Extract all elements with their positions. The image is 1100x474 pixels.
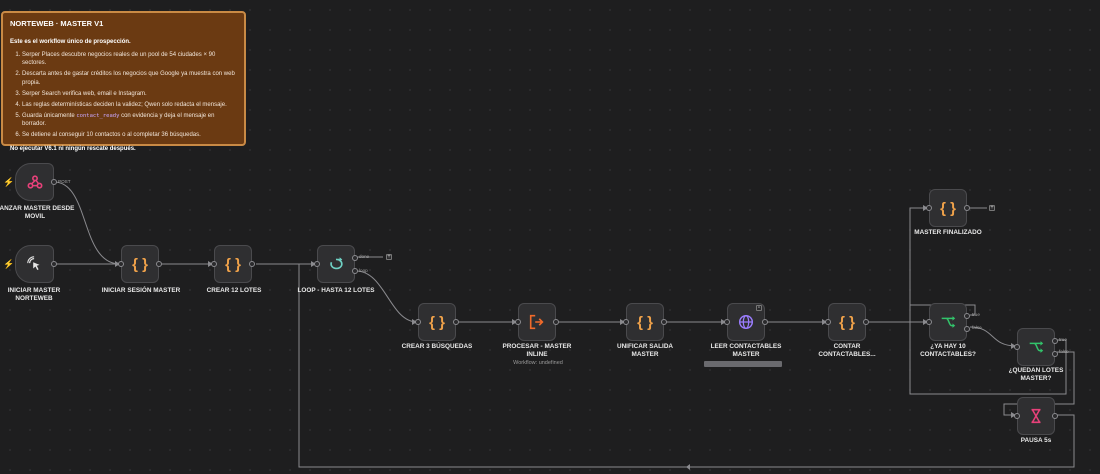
trigger-bolt-icon: ⚡: [3, 177, 15, 187]
port-label-done: done: [359, 254, 370, 259]
node-label: LEER CONTACTABLES MASTER: [710, 343, 782, 359]
input-port[interactable]: [515, 319, 521, 325]
sticky-note[interactable]: NORTEWEB · MASTER V1 Este es el workflow…: [1, 11, 246, 152]
edge-loop-searches: [355, 270, 418, 323]
node-has-ten[interactable]: [926, 303, 970, 341]
code-braces-icon: { }: [637, 313, 653, 331]
add-node-button[interactable]: +: [386, 254, 392, 260]
node-count-contacts[interactable]: { }: [825, 303, 869, 341]
sticky-step: Descarta antes de gastar créditos los ne…: [22, 70, 237, 86]
node-badge-icon: ▫: [756, 305, 762, 311]
sticky-title: NORTEWEB · MASTER V1: [10, 19, 104, 28]
output-port[interactable]: [249, 261, 255, 267]
code-braces-icon: { }: [429, 313, 445, 331]
sticky-steps: Serper Places descubre negocios reales d…: [10, 51, 237, 139]
node-subtitle: Workflow: undefined: [513, 360, 563, 366]
node-webhook[interactable]: [15, 163, 57, 201]
node-label: CREAR 12 LOTES: [206, 287, 262, 294]
input-port[interactable]: [926, 205, 932, 211]
code-braces-icon: { }: [940, 199, 956, 217]
port-label-loop: loop: [359, 268, 368, 273]
output-port[interactable]: [1052, 413, 1058, 419]
node-process-master[interactable]: [515, 303, 559, 341]
node-label: MASTER FINALIZADO: [914, 229, 982, 236]
port-label-false: false: [972, 325, 982, 330]
output-port[interactable]: [863, 319, 869, 325]
input-port[interactable]: [926, 319, 932, 325]
code-braces-icon: { }: [839, 313, 855, 331]
node-label: CONTAR CONTACTABLES...: [818, 343, 876, 359]
output-port-loop[interactable]: [352, 268, 358, 274]
branch-icon: [1029, 341, 1044, 353]
node-create-searches[interactable]: { }: [415, 303, 459, 341]
node-label: INICIAR SESIÓN MASTER: [101, 287, 181, 294]
node-label: ¿QUEDAN LOTES MASTER?: [1008, 367, 1064, 383]
execute-workflow-icon: [529, 314, 544, 330]
node-label: LANZAR MASTER DESDE MOVIL: [0, 205, 75, 221]
output-port-false[interactable]: [1052, 351, 1058, 357]
port-label-post: POST: [58, 179, 71, 184]
code-braces-icon: { }: [132, 255, 148, 273]
sticky-step: Serper Search verifica web, email e Inst…: [22, 90, 237, 98]
output-port-true[interactable]: [1052, 338, 1058, 344]
port-label-true: true: [1059, 337, 1067, 342]
output-port-done[interactable]: [352, 255, 358, 261]
node-label: CREAR 3 BÚSQUEDAS: [401, 343, 473, 350]
output-port-false[interactable]: [964, 326, 970, 332]
output-port[interactable]: [51, 261, 57, 267]
code-braces-icon: { }: [225, 255, 241, 273]
edge-webhook-init: [53, 181, 121, 265]
node-init-session[interactable]: { }: [118, 245, 162, 283]
hourglass-icon: [1031, 408, 1041, 424]
input-port[interactable]: [415, 319, 421, 325]
add-node-button[interactable]: +: [989, 205, 995, 211]
node-lots-left[interactable]: [1014, 328, 1058, 366]
sticky-step: Las reglas determinísticas deciden la va…: [22, 101, 237, 109]
sticky-step: Se detiene al conseguir 10 contactos o a…: [22, 131, 237, 139]
sticky-footer: No ejecutar V6.1 ni ningún rescate despu…: [10, 146, 136, 153]
node-unify-output[interactable]: { }: [623, 303, 667, 341]
node-label: INICIAR MASTER NORTEWEB: [7, 287, 61, 303]
output-port[interactable]: [156, 261, 162, 267]
trigger-bolt-icon: ⚡: [3, 259, 15, 269]
port-label-true: true: [972, 312, 980, 317]
node-label: PAUSA 5s: [1020, 437, 1052, 444]
sticky-intro: Este es el workflow único de prospección…: [10, 39, 131, 46]
cursor-click-icon: [26, 256, 39, 271]
sticky-step: Guarda únicamente contact_ready con evid…: [22, 112, 237, 129]
node-create-lots[interactable]: { }: [211, 245, 255, 283]
execution-progress-bar: [704, 361, 782, 367]
node-label: UNIFICAR SALIDA MASTER: [616, 343, 674, 359]
input-port[interactable]: [623, 319, 629, 325]
output-port-true[interactable]: [964, 313, 970, 319]
loop-icon: [330, 257, 343, 270]
input-port[interactable]: [211, 261, 217, 267]
node-label: LOOP - HASTA 12 LOTES: [297, 287, 375, 294]
output-port[interactable]: [553, 319, 559, 325]
node-pause[interactable]: [1014, 397, 1058, 435]
output-port[interactable]: [51, 179, 57, 185]
webhook-icon: [27, 175, 42, 189]
input-port[interactable]: [1014, 344, 1020, 350]
inline-code: contact_ready: [76, 112, 120, 119]
sticky-step: Serper Places descubre negocios reales d…: [22, 51, 237, 67]
node-label: ¿YA HAY 10 CONTACTABLES?: [920, 343, 976, 359]
output-port[interactable]: [661, 319, 667, 325]
node-master-finished[interactable]: { }: [926, 189, 970, 227]
input-port[interactable]: [118, 261, 124, 267]
input-port[interactable]: [314, 261, 320, 267]
node-loop[interactable]: [314, 245, 358, 283]
node-label: PROCESAR - MASTER INLINE: [502, 343, 572, 359]
output-port[interactable]: [964, 205, 970, 211]
globe-icon: [738, 314, 754, 330]
input-port[interactable]: [1014, 413, 1020, 419]
input-port[interactable]: [724, 319, 730, 325]
edge-pause-loop: [298, 263, 1075, 468]
output-port[interactable]: [453, 319, 459, 325]
port-label-false: false: [1059, 349, 1069, 354]
branch-icon: [941, 316, 956, 328]
output-port[interactable]: [762, 319, 768, 325]
node-manual-trigger[interactable]: [15, 245, 57, 283]
input-port[interactable]: [825, 319, 831, 325]
